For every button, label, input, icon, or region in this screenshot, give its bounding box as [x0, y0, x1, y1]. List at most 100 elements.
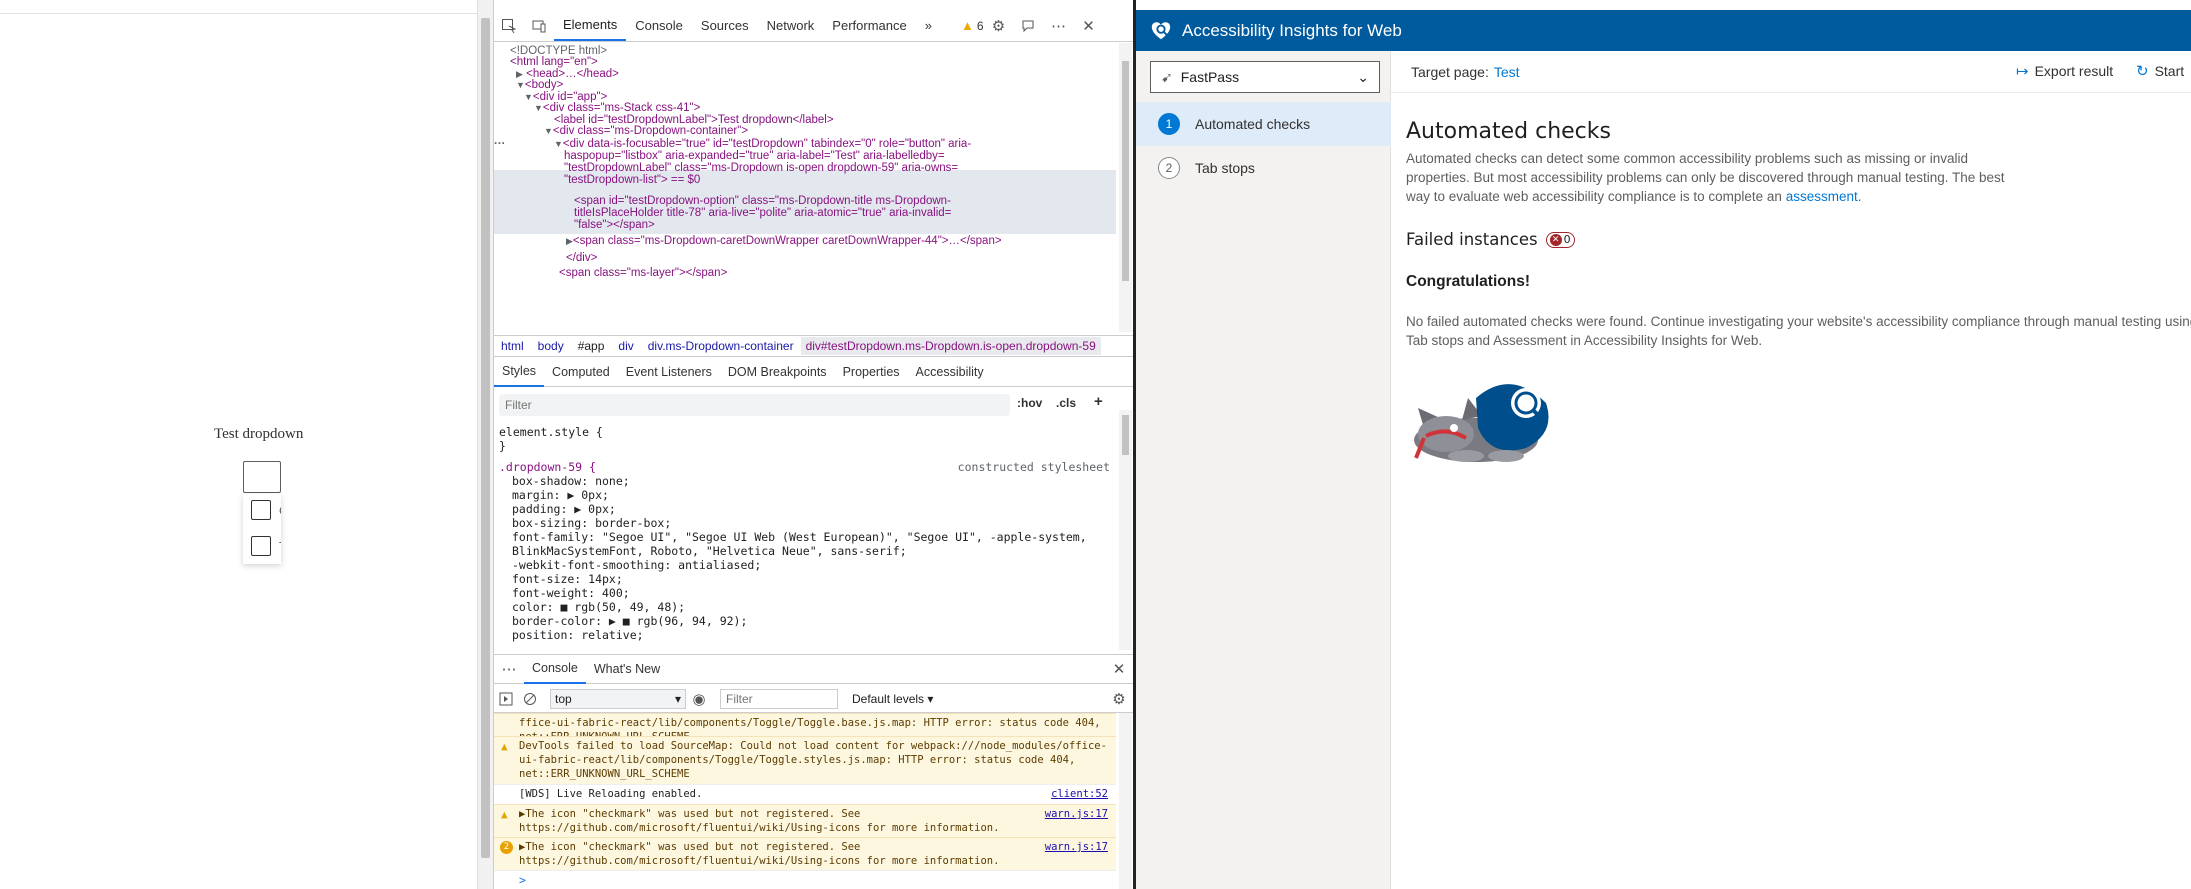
- class-toggle[interactable]: .cls: [1056, 396, 1076, 410]
- new-style-rule-button[interactable]: +: [1094, 393, 1103, 410]
- styles-filter-input[interactable]: Filter: [499, 394, 1010, 416]
- description: Automated checks can detect some common …: [1406, 151, 2005, 204]
- close-devtools-icon[interactable]: ✕: [1074, 11, 1104, 41]
- warning-icon: ▲: [501, 740, 508, 753]
- scrollbar-thumb[interactable]: [481, 18, 490, 858]
- nav-item-tab-stops[interactable]: 2 Tab stops: [1136, 146, 1391, 190]
- sidebar-toggle-icon[interactable]: [494, 684, 518, 714]
- tab-console[interactable]: Console: [626, 11, 692, 41]
- breadcrumb-item[interactable]: #app: [571, 339, 612, 353]
- breadcrumb-item[interactable]: div.ms-Dropdown-container: [641, 339, 801, 353]
- failure-count: 0: [1563, 233, 1571, 246]
- context-select[interactable]: top ▾: [550, 688, 686, 709]
- clear-console-icon[interactable]: [518, 684, 542, 714]
- collapse-triangle-icon[interactable]: ▼: [524, 92, 533, 102]
- collapse-triangle-icon[interactable]: ▼: [544, 126, 553, 136]
- message-source-link[interactable]: warn.js:17: [1045, 807, 1108, 821]
- css-declaration[interactable]: padding: ▶ 0px;: [512, 502, 616, 516]
- console-scrollbar[interactable]: [1119, 713, 1132, 889]
- scrollbar-thumb[interactable]: [1122, 61, 1129, 281]
- more-options-icon[interactable]: ⋯: [1044, 11, 1074, 41]
- tab-drawer-console[interactable]: Console: [524, 654, 586, 684]
- assessment-link[interactable]: assessment: [1786, 189, 1858, 204]
- css-declaration[interactable]: font-weight: 400;: [512, 586, 630, 600]
- nav-item-automated-checks[interactable]: 1 Automated checks: [1136, 102, 1391, 146]
- rule-selector[interactable]: .dropdown-59 {: [499, 460, 596, 474]
- test-dropdown[interactable]: [243, 461, 281, 493]
- styles-scrollbar[interactable]: [1119, 410, 1132, 650]
- tab-accessibility[interactable]: Accessibility: [908, 357, 992, 387]
- scrollbar-thumb[interactable]: [1122, 415, 1129, 455]
- warnings-counter[interactable]: ▲ 6: [961, 18, 984, 33]
- dom-line[interactable]: "false"></span>: [574, 217, 655, 233]
- dropdown-option[interactable]: T: [251, 536, 281, 556]
- mode-select[interactable]: ➹ FastPass ⌄: [1150, 61, 1380, 93]
- log-levels-dropdown[interactable]: Default levels ▾: [852, 692, 933, 706]
- css-declaration[interactable]: BlinkMacSystemFont, Roboto, "Helvetica N…: [512, 544, 907, 558]
- tab-dom-breakpoints[interactable]: DOM Breakpoints: [720, 357, 835, 387]
- dropdown-option[interactable]: O: [251, 500, 281, 520]
- breadcrumb: html body #app div div.ms-Dropdown-conta…: [494, 335, 1134, 357]
- mode-value: FastPass: [1180, 69, 1240, 85]
- css-declaration[interactable]: box-shadow: none;: [512, 474, 630, 488]
- hover-state-toggle[interactable]: :hov: [1017, 396, 1042, 410]
- start-over-button[interactable]: ↻ Start: [2136, 62, 2184, 80]
- tab-whats-new[interactable]: What's New: [586, 654, 668, 684]
- target-page-link[interactable]: Test: [1494, 64, 1520, 80]
- inspect-element-icon[interactable]: [494, 11, 524, 41]
- css-declaration[interactable]: color: ■ rgb(50, 49, 48);: [512, 600, 685, 614]
- expand-triangle-icon[interactable]: ▶: [566, 236, 573, 246]
- collapse-triangle-icon[interactable]: ▼: [534, 103, 543, 113]
- breadcrumb-item-selected[interactable]: div#testDropdown.ms-Dropdown.is-open.dro…: [800, 337, 1101, 355]
- more-tabs-chevron-icon[interactable]: »: [916, 11, 941, 41]
- dom-tree: <!DOCTYPE html> <html lang="en"> ▶ <head…: [494, 43, 1116, 332]
- eye-icon[interactable]: ◉: [686, 684, 712, 714]
- css-declaration[interactable]: font-family: "Segoe UI", "Segoe UI Web (…: [512, 530, 1087, 544]
- collapse-triangle-icon[interactable]: ▼: [554, 139, 563, 149]
- element-style-selector[interactable]: element.style {: [499, 425, 603, 439]
- tab-event-listeners[interactable]: Event Listeners: [618, 357, 720, 387]
- rule-source[interactable]: constructed stylesheet: [958, 460, 1110, 474]
- settings-gear-icon[interactable]: ⚙: [984, 11, 1014, 41]
- tab-elements[interactable]: Elements: [554, 11, 627, 41]
- export-result-button[interactable]: ↦ Export result: [2016, 62, 2113, 80]
- css-declaration[interactable]: border-color: ▶ ■ rgb(96, 94, 92);: [512, 614, 747, 628]
- dom-line[interactable]: ▶<span class="ms-Dropdown-caretDownWrapp…: [566, 233, 1002, 249]
- css-declaration[interactable]: position: relative;: [512, 628, 644, 642]
- drawer-menu-icon[interactable]: ⋯: [494, 654, 524, 684]
- error-x-icon: ✕: [1549, 233, 1562, 246]
- console-settings-gear-icon[interactable]: ⚙: [1104, 684, 1134, 714]
- device-toolbar-icon[interactable]: [524, 11, 554, 41]
- console-prompt[interactable]: >: [494, 870, 1116, 889]
- dom-line[interactable]: </div>: [566, 250, 597, 266]
- dom-line[interactable]: "testDropdown-list"> == $0: [564, 172, 700, 188]
- breadcrumb-item[interactable]: div: [611, 339, 640, 353]
- tab-sources[interactable]: Sources: [692, 11, 758, 41]
- breadcrumb-item[interactable]: body: [531, 339, 571, 353]
- message-source-link[interactable]: warn.js:17: [1045, 840, 1108, 854]
- css-declaration[interactable]: font-size: 14px;: [512, 572, 623, 586]
- tab-styles[interactable]: Styles: [494, 357, 545, 387]
- console-message[interactable]: 2 ▶The icon "checkmark" was used but not…: [494, 837, 1116, 870]
- dom-scrollbar[interactable]: [1119, 43, 1132, 332]
- message-source-link[interactable]: client:52: [1051, 787, 1108, 801]
- node-menu-ellipsis-icon[interactable]: ···: [494, 136, 506, 152]
- close-drawer-icon[interactable]: ✕: [1104, 654, 1134, 684]
- warning-count: 6: [976, 18, 984, 33]
- feedback-icon[interactable]: [1014, 11, 1044, 41]
- page-scrollbar[interactable]: [477, 0, 493, 889]
- checkbox[interactable]: [251, 500, 271, 520]
- css-declaration[interactable]: box-sizing: border-box;: [512, 516, 671, 530]
- breadcrumb-item[interactable]: html: [494, 339, 531, 353]
- tab-network[interactable]: Network: [758, 11, 824, 41]
- css-declaration[interactable]: margin: ▶ 0px;: [512, 488, 609, 502]
- console-message[interactable]: ▲ ▶The icon "checkmark" was used but not…: [494, 804, 1116, 837]
- console-filter-input[interactable]: Filter: [720, 688, 838, 709]
- checkbox[interactable]: [251, 536, 271, 556]
- tab-computed[interactable]: Computed: [544, 357, 618, 387]
- tab-performance[interactable]: Performance: [823, 11, 915, 41]
- css-declaration[interactable]: -webkit-font-smoothing: antialiased;: [512, 558, 761, 572]
- dom-line[interactable]: <span class="ms-layer"></span>: [559, 265, 727, 281]
- tab-properties[interactable]: Properties: [835, 357, 908, 387]
- accessibility-insights-logo-icon: [1151, 21, 1171, 39]
